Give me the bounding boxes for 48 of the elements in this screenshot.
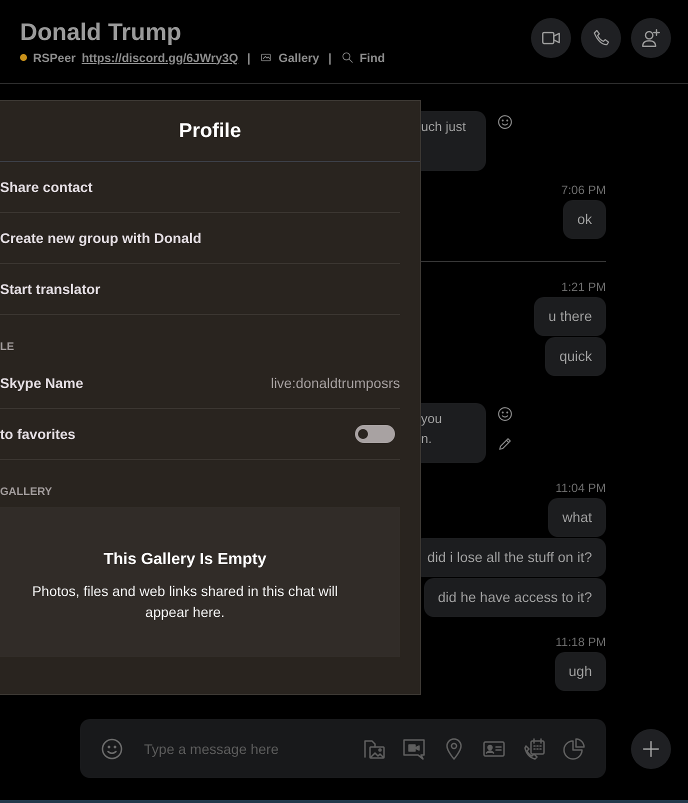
message-bubble: what: [548, 498, 606, 537]
message-input[interactable]: Type a message here: [142, 740, 344, 758]
message-bubble: u there: [534, 297, 606, 336]
message-text: n.: [421, 431, 433, 447]
field-label: Skype Name: [0, 375, 84, 391]
gallery-icon: [260, 51, 273, 64]
message-bubble: ok: [563, 200, 606, 239]
message-bubble: did he have access to it?: [424, 578, 606, 617]
search-icon: [340, 51, 354, 64]
panel-title: Profile: [178, 120, 242, 142]
video-message-icon: [402, 736, 426, 760]
message-text: you: [421, 411, 443, 427]
add-person-icon: [640, 26, 662, 48]
call-schedule-icon: [522, 736, 546, 760]
separator: |: [247, 50, 251, 64]
gallery-text: Photos, files and web links shared in this chat will appear here.: [31, 582, 339, 622]
message-time: 11:04 PM: [556, 481, 606, 495]
profile-action[interactable]: Share contact: [0, 162, 400, 213]
emoji-icon: [496, 405, 514, 423]
add-button[interactable]: [631, 728, 671, 768]
chat-title: Donald Trump: [20, 18, 182, 46]
separator: |: [328, 50, 332, 64]
profile-action[interactable]: Start translator: [0, 264, 400, 315]
field-label: to favorites: [0, 426, 76, 442]
message-time: 11:18 PM: [556, 635, 606, 649]
message-text: uch just: [421, 119, 467, 135]
section-label: GALLERY: [0, 486, 52, 498]
emoji-icon: [100, 736, 124, 760]
profile-action[interactable]: Create new group with Donald: [0, 213, 400, 264]
message-bubble: quick: [545, 337, 606, 376]
gallery-link[interactable]: Gallery: [278, 50, 320, 64]
add-person-button[interactable]: [631, 18, 671, 58]
emoji-icon: [496, 113, 514, 131]
section-label: LE: [0, 341, 14, 353]
find-link[interactable]: Find: [360, 50, 385, 64]
status-text: RSPeer: [33, 50, 76, 64]
status-icon: [20, 54, 27, 61]
message-time: 7:06 PM: [561, 183, 606, 197]
favorite-toggle[interactable]: [355, 425, 395, 443]
field-value: live:donaldtrumposrs: [270, 375, 400, 391]
video-call-button[interactable]: [531, 18, 571, 58]
phone-icon: [591, 28, 611, 48]
status-link[interactable]: https://discord.gg/6JWry3Q: [82, 50, 238, 64]
pie-chart-icon: [562, 736, 586, 760]
gallery-title: This Gallery Is Empty: [104, 551, 266, 569]
message-time: 1:21 PM: [561, 280, 606, 294]
message-bubble: ugh: [554, 652, 606, 691]
call-button[interactable]: [581, 18, 621, 58]
